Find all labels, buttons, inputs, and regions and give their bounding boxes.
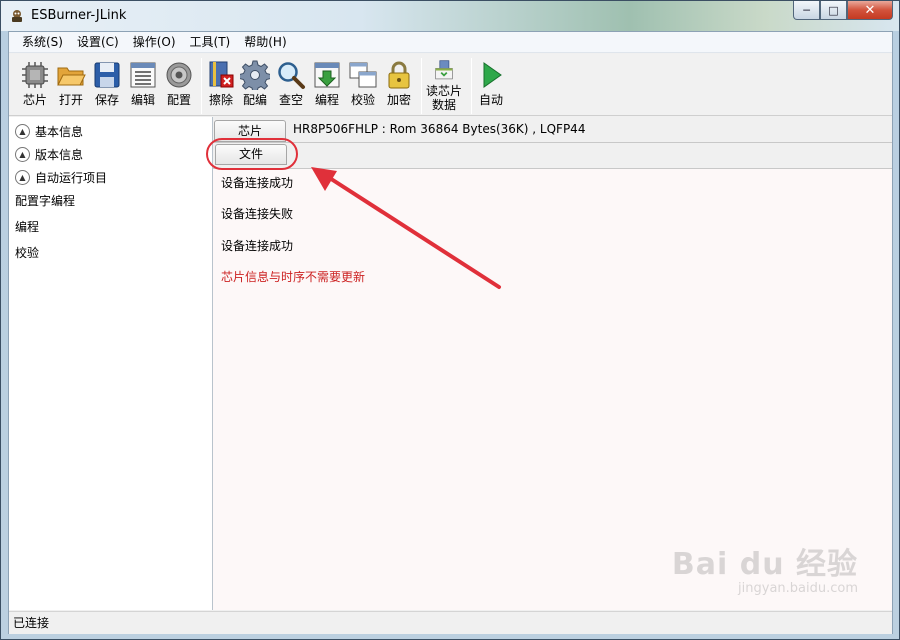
config-button-label: 配置 (166, 93, 191, 107)
open-button-label: 打开 (58, 93, 83, 107)
sidebar-item-version-info[interactable]: ▲ 版本信息 (15, 145, 83, 163)
divider (213, 142, 892, 143)
encrypt-button[interactable]: 加密 (383, 60, 415, 112)
menu-tools[interactable]: 工具(T) (183, 32, 238, 52)
sidebar-item-label: 版本信息 (35, 147, 84, 162)
sidebar-item-basic-info[interactable]: ▲ 基本信息 (15, 122, 83, 140)
tab-strip: 芯片 HR8P506FHLP : Rom 36864 Bytes(36K) , … (213, 117, 892, 169)
window-title: ESBurner-JLink (31, 8, 127, 23)
main-panel: 芯片 HR8P506FHLP : Rom 36864 Bytes(36K) , … (206, 117, 892, 610)
menu-help[interactable]: 帮助(H) (237, 32, 293, 52)
erase-button-label: 擦除 (208, 93, 233, 107)
chevron-up-icon: ▲ (15, 146, 30, 162)
read-chip-data-button-label-line1: 读芯片 (425, 84, 462, 98)
read-chip-data-button[interactable]: 读芯片 数据 (423, 60, 465, 112)
sidebar-item-config-word[interactable]: 配置字编程 (15, 191, 75, 209)
erase-book-icon (209, 61, 234, 88)
sidebar-item-program[interactable]: 编程 (15, 217, 39, 235)
chevron-up-icon: ▲ (15, 123, 30, 139)
sidebar: ▲ 基本信息 ▲ 版本信息 ▲ 自动运行项目 配置字编程 编程 校验 (9, 117, 213, 610)
menu-operation[interactable]: 操作(O) (126, 32, 183, 52)
sidebar-item-label: 编程 (15, 219, 40, 234)
watermark-logo: Bai du 经验 (671, 547, 858, 582)
minimize-button[interactable]: ─ (793, 1, 820, 20)
toolbar-separator (421, 58, 422, 114)
edit-button[interactable]: 编辑 (127, 60, 159, 112)
window-controls: ─ □ ✕ (793, 1, 893, 21)
sidebar-item-label: 校验 (15, 245, 40, 260)
floppy-disk-icon (94, 62, 120, 88)
blank-check-button-label: 查空 (278, 93, 303, 107)
annotation-circle (206, 138, 298, 170)
app-logo-icon (12, 10, 22, 22)
sidebar-item-label: 自动运行项目 (35, 170, 108, 185)
chevron-up-icon: ▲ (15, 169, 30, 185)
erase-button[interactable]: 擦除 (205, 60, 237, 112)
save-button-label: 保存 (94, 93, 119, 107)
watermark: Bai du 经验 jingyan.baidu.com (672, 539, 858, 596)
encrypt-button-label: 加密 (386, 93, 411, 107)
chip-button[interactable]: 芯片 (19, 60, 51, 112)
program-button[interactable]: 编程 (311, 60, 343, 112)
annotation-arrow-icon (311, 167, 501, 289)
config-button[interactable]: 配置 (163, 60, 195, 112)
close-button[interactable]: ✕ (847, 1, 893, 20)
chip-button-label: 芯片 (22, 93, 47, 107)
log-line: 设备连接成功 (221, 239, 294, 253)
maximize-button[interactable]: □ (820, 1, 847, 20)
magnifier-icon (278, 62, 305, 89)
log-line: 设备连接失败 (221, 207, 294, 221)
status-text: 已连接 (13, 616, 50, 630)
cog-icon (240, 60, 270, 90)
config-edit-button[interactable]: 配编 (239, 60, 271, 112)
sidebar-item-label: 基本信息 (35, 124, 84, 139)
sidebar-item-auto-run[interactable]: ▲ 自动运行项目 (15, 168, 107, 186)
folder-open-icon (57, 67, 86, 86)
watermark-url: jingyan.baidu.com (738, 581, 858, 596)
lock-icon (388, 61, 410, 89)
sidebar-item-label: 配置字编程 (15, 193, 76, 208)
verify-button-label: 校验 (350, 93, 375, 107)
save-button[interactable]: 保存 (91, 60, 123, 112)
auto-button[interactable]: 自动 (475, 60, 507, 112)
menu-bar: 系统(S) 设置(C) 操作(O) 工具(T) 帮助(H) (9, 32, 892, 53)
title-bar[interactable]: ESBurner-JLink ─ □ ✕ (1, 1, 899, 31)
play-icon (483, 62, 502, 88)
auto-button-label: 自动 (478, 93, 503, 107)
read-chip-data-button-label-line2: 数据 (431, 98, 456, 112)
download-arrow-icon (314, 62, 340, 88)
status-bar: 已连接 (9, 611, 892, 634)
menu-settings[interactable]: 设置(C) (70, 32, 126, 52)
document-list-icon (130, 62, 156, 88)
program-button-label: 编程 (314, 93, 339, 107)
sidebar-item-verify[interactable]: 校验 (15, 243, 39, 261)
chip-info: HR8P506FHLP : Rom 36864 Bytes(36K) , LQF… (293, 122, 586, 136)
windows-compare-icon (349, 62, 377, 88)
config-edit-button-label: 配编 (242, 93, 267, 107)
menu-system[interactable]: 系统(S) (15, 32, 70, 52)
toolbar-separator (471, 58, 472, 114)
edit-button-label: 编辑 (130, 93, 155, 107)
client-area: 系统(S) 设置(C) 操作(O) 工具(T) 帮助(H) 芯片 打开 保存 编… (8, 31, 893, 634)
blank-check-button[interactable]: 查空 (275, 60, 307, 112)
gear-icon (166, 62, 192, 88)
open-button[interactable]: 打开 (55, 60, 87, 112)
toolbar: 芯片 打开 保存 编辑 配置 擦除 配编 查空 编程 校验 加密 读芯片 数据 … (9, 54, 892, 116)
toolbar-separator (201, 58, 202, 114)
verify-button[interactable]: 校验 (347, 60, 379, 112)
read-chip-icon (435, 60, 453, 80)
log-line: 设备连接成功 (221, 176, 294, 190)
chip-icon (22, 62, 48, 88)
app-window: ESBurner-JLink ─ □ ✕ 系统(S) 设置(C) 操作(O) 工… (0, 0, 900, 640)
